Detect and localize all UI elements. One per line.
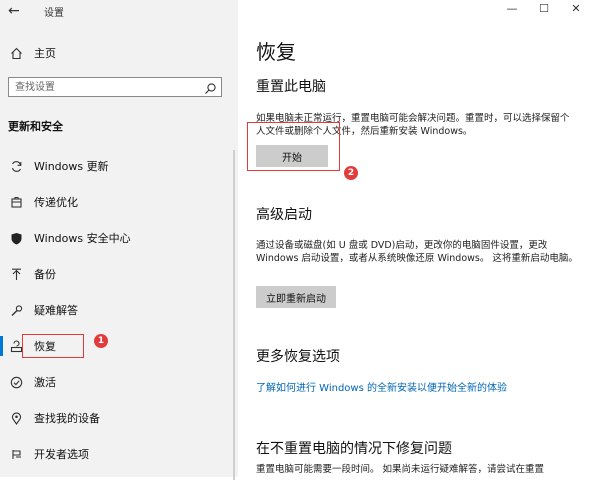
sidebar-item-label: 开发者选项 — [34, 448, 89, 461]
fix-problems-heading: 在不重置电脑的情况下修复问题 — [256, 441, 452, 457]
delivery-optimization-icon — [8, 196, 24, 209]
section-title: 更新和安全 — [8, 120, 63, 133]
maximize-button[interactable]: ☐ — [530, 2, 558, 18]
search-box[interactable] — [8, 77, 222, 97]
find-device-icon — [8, 412, 24, 425]
shield-icon — [8, 232, 24, 245]
sidebar-item-find-my-device[interactable]: 查找我的设备 — [8, 409, 100, 427]
search-input[interactable] — [9, 78, 205, 96]
sidebar-item-label: Windows 更新 — [34, 160, 109, 173]
more-options-heading: 更多恢复选项 — [256, 349, 340, 365]
sidebar-item-windows-update[interactable]: Windows 更新 — [8, 157, 109, 175]
sidebar-scrollbar[interactable] — [233, 150, 235, 480]
title-bar-left: ← 设置 — [0, 0, 238, 22]
fix-problems-description: 重置电脑可能需要一段时间。 如果尚未运行疑难解答，请尝试在重置 — [256, 464, 545, 475]
settings-window: ← 设置 主页 更新和安全 Windows 更新 传递优 — [0, 0, 594, 480]
sidebar-item-backup[interactable]: 备份 — [8, 265, 56, 283]
sidebar-item-label: 查找我的设备 — [34, 412, 100, 425]
backup-arrow-icon — [8, 268, 24, 281]
page-title: 恢复 — [256, 40, 296, 64]
home-label: 主页 — [34, 47, 56, 60]
search-icon[interactable] — [204, 80, 217, 99]
home-icon — [8, 47, 24, 60]
sidebar-item-label: Windows 安全中心 — [34, 232, 131, 245]
sidebar-item-label: 备份 — [34, 268, 56, 281]
sidebar-item-label: 激活 — [34, 376, 56, 389]
sidebar-item-windows-security[interactable]: Windows 安全中心 — [8, 229, 131, 247]
annotation-badge: 2 — [344, 166, 358, 180]
sidebar-item-activation[interactable]: 激活 — [8, 373, 56, 391]
minimize-button[interactable]: — — [498, 2, 526, 18]
sync-icon — [8, 160, 24, 173]
sidebar-item-developer-options[interactable]: 开发者选项 — [8, 445, 89, 463]
reset-heading: 重置此电脑 — [256, 79, 326, 95]
home-nav-item[interactable]: 主页 — [8, 44, 56, 62]
sidebar-item-delivery-optimization[interactable]: 传递优化 — [8, 193, 78, 211]
advanced-startup-description: 通过设备或磁盘(如 U 盘或 DVD)启动，更改你的电脑固件设置，更改 Wind… — [256, 240, 578, 264]
clean-install-link[interactable]: 了解如何进行 Windows 的全新安装以便开始全新的体验 — [256, 379, 507, 394]
app-title: 设置 — [44, 8, 64, 19]
annotation-badge: 1 — [94, 334, 108, 348]
wrench-icon — [8, 304, 24, 317]
sidebar-item-label: 疑难解答 — [34, 304, 78, 317]
sidebar-item-label: 传递优化 — [34, 196, 78, 209]
developer-icon — [8, 448, 24, 461]
selected-indicator — [0, 336, 3, 356]
sidebar-item-troubleshoot[interactable]: 疑难解答 — [8, 301, 78, 319]
activation-check-icon — [8, 376, 24, 389]
annotation-highlight-box — [22, 334, 84, 358]
close-button[interactable]: ✕ — [562, 2, 590, 18]
sidebar: ← 设置 主页 更新和安全 Windows 更新 传递优 — [0, 0, 238, 480]
advanced-startup-heading: 高级启动 — [256, 207, 312, 223]
main-content: 恢复 重置此电脑 如果电脑未正常运行，重置电脑可能会解决问题。重置时，可以选择保… — [238, 0, 594, 477]
back-arrow-icon[interactable]: ← — [8, 3, 20, 19]
start-reset-button[interactable]: 开始 — [256, 145, 328, 167]
restart-now-button[interactable]: 立即重新启动 — [256, 286, 336, 308]
